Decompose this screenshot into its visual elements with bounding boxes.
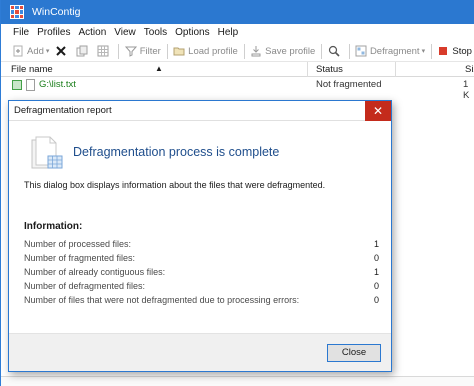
menu-file[interactable]: File <box>9 24 33 41</box>
stat-label: Number of files that were not defragment… <box>24 295 300 305</box>
menu-view[interactable]: View <box>110 24 140 41</box>
defragmentation-report-dialog: Defragmentation report ✕ Defragmentation… <box>8 100 392 372</box>
title-bar[interactable]: WinContig <box>1 0 474 24</box>
close-button[interactable]: Close <box>327 344 381 362</box>
save-profile-label: Save profile <box>265 45 316 57</box>
copy-icon <box>76 45 88 57</box>
menu-help[interactable]: Help <box>214 24 243 41</box>
delete-icon <box>55 45 67 57</box>
column-file-name[interactable]: File name <box>1 62 306 77</box>
dialog-title: Defragmentation report <box>14 105 112 116</box>
stat-value: 1 <box>373 267 379 277</box>
file-row[interactable]: G:\list.txt Not fragmented 1 K <box>1 78 474 101</box>
stat-row: Number of fragmented files: 0 <box>24 251 381 265</box>
stat-value: 0 <box>373 295 379 305</box>
stop-button[interactable]: Stop <box>434 42 474 61</box>
menu-profiles[interactable]: Profiles <box>33 24 74 41</box>
add-icon <box>12 45 24 57</box>
load-profile-button[interactable]: Load profile <box>170 42 241 61</box>
grid-icon <box>97 45 109 57</box>
load-profile-icon <box>173 45 185 57</box>
load-profile-label: Load profile <box>188 45 238 57</box>
stat-value: 1 <box>373 239 379 249</box>
defragment-dropdown-icon: ▾ <box>421 48 426 55</box>
stat-row: Number of already contiguous files: 1 <box>24 265 381 279</box>
bottom-panel-header <box>1 376 474 386</box>
stat-value: 0 <box>373 253 379 263</box>
dialog-title-bar[interactable]: Defragmentation report ✕ <box>9 101 391 121</box>
menu-bar: File Profiles Action View Tools Options … <box>1 24 474 41</box>
file-size: 1 K <box>463 79 470 101</box>
file-list-header: File name ▲ Status Siz <box>1 62 474 77</box>
sort-ascending-icon: ▲ <box>155 64 163 73</box>
stat-row: Number of files that were not defragment… <box>24 293 381 307</box>
grid-button[interactable] <box>94 42 115 61</box>
stop-label: Stop <box>452 45 472 57</box>
add-button[interactable]: Add ▾ <box>9 42 52 61</box>
window-title: WinContig <box>32 6 81 18</box>
app-icon <box>10 5 24 19</box>
menu-tools[interactable]: Tools <box>140 24 171 41</box>
defragment-label: Defragment <box>369 45 420 57</box>
menu-action[interactable]: Action <box>74 24 110 41</box>
analyze-button[interactable] <box>325 42 346 61</box>
column-size[interactable]: Siz <box>455 62 474 77</box>
stat-label: Number of defragmented files: <box>24 281 146 291</box>
filter-label: Filter <box>139 45 161 57</box>
stat-value: 0 <box>373 281 379 291</box>
file-status: Not fragmented <box>316 79 382 90</box>
defragment-icon <box>355 45 367 57</box>
toolbar: Add ▾ Filter Load profile Save profile D… <box>1 41 474 62</box>
stat-row: Number of defragmented files: 0 <box>24 279 381 293</box>
copy-button[interactable] <box>73 42 94 61</box>
column-divider[interactable] <box>395 62 396 77</box>
text-file-icon <box>26 79 35 91</box>
defragment-button[interactable]: Defragment ▾ <box>352 42 428 61</box>
remove-button[interactable] <box>52 42 73 61</box>
file-checkbox[interactable] <box>12 80 22 90</box>
filter-button[interactable]: Filter <box>122 42 164 61</box>
stat-label: Number of fragmented files: <box>24 253 136 263</box>
dialog-footer: Close <box>9 333 391 371</box>
close-icon[interactable]: ✕ <box>365 101 391 121</box>
statistics-list: Number of processed files: 1 Number of f… <box>24 237 381 307</box>
stat-label: Number of processed files: <box>24 239 132 249</box>
add-label: Add <box>27 45 44 57</box>
stat-row: Number of processed files: 1 <box>24 237 381 251</box>
save-profile-icon <box>250 45 262 57</box>
menu-options[interactable]: Options <box>171 24 213 41</box>
save-profile-button[interactable]: Save profile <box>247 42 318 61</box>
add-dropdown-icon: ▾ <box>45 48 50 55</box>
dialog-description: This dialog box displays information abo… <box>24 180 326 190</box>
file-name: G:\list.txt <box>39 79 76 90</box>
filter-icon <box>124 45 137 57</box>
stat-label: Number of already contiguous files: <box>24 267 166 277</box>
magnifier-icon <box>328 45 340 57</box>
report-document-icon <box>26 134 66 174</box>
column-status[interactable]: Status <box>306 62 394 77</box>
information-label: Information: <box>24 221 83 232</box>
dialog-heading: Defragmentation process is complete <box>73 145 280 159</box>
stop-icon <box>437 45 449 57</box>
